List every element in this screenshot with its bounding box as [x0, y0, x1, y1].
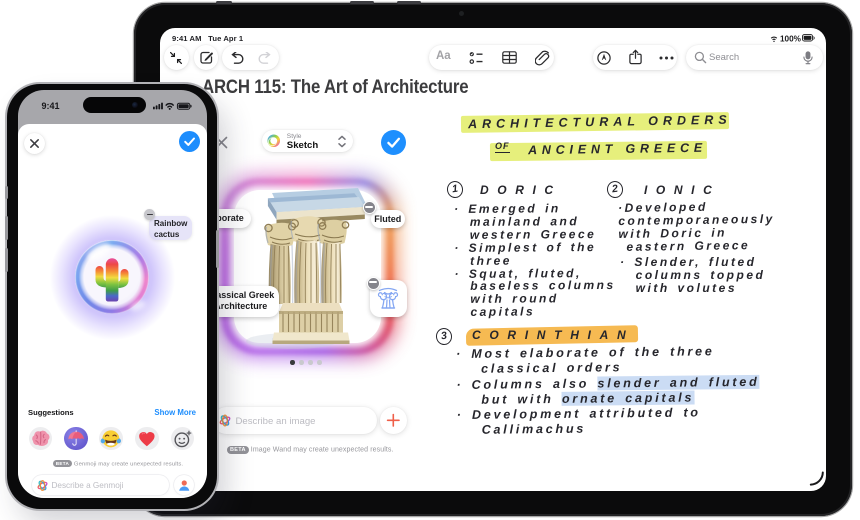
svg-text:100%: 100%	[780, 34, 802, 43]
